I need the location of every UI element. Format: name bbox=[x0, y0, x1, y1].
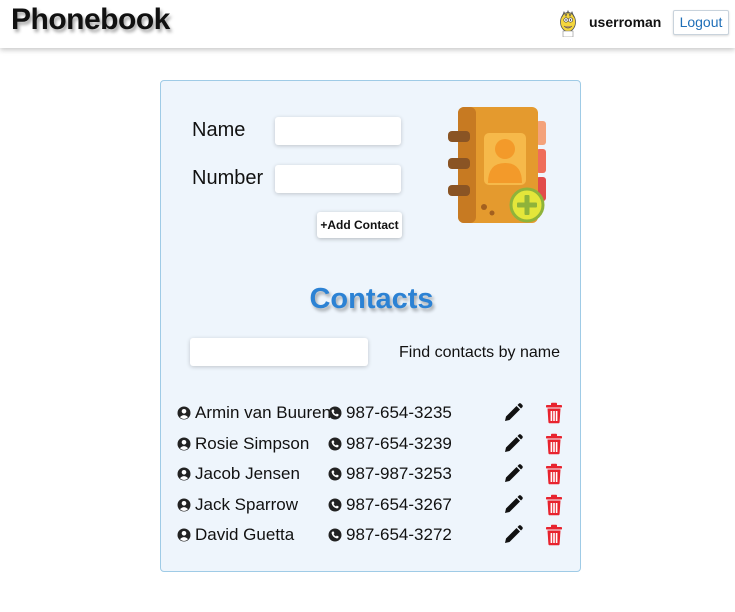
contact-search-input[interactable] bbox=[190, 338, 368, 366]
number-input[interactable] bbox=[275, 165, 401, 193]
user-avatar bbox=[560, 9, 576, 37]
user-circle-icon bbox=[177, 406, 191, 420]
number-label: Number bbox=[192, 167, 264, 189]
name-input[interactable] bbox=[275, 117, 401, 145]
delete-contact-button[interactable] bbox=[545, 524, 563, 546]
contact-name-cell: Armin van Buuren bbox=[177, 399, 331, 427]
phonebook-card: Name Number +Add Contact Contacts Find c… bbox=[160, 80, 581, 572]
contact-name-cell: David Guetta bbox=[177, 521, 294, 549]
delete-contact-button[interactable] bbox=[545, 463, 563, 485]
filter-label: Find contacts by name bbox=[399, 344, 560, 361]
contact-phone-cell: 987-654-3239 bbox=[328, 430, 452, 458]
edit-contact-button[interactable] bbox=[502, 433, 524, 455]
phone-icon bbox=[328, 528, 342, 542]
address-book-add-icon bbox=[448, 107, 546, 223]
contact-row: Jacob Jensen 987-987-3253 bbox=[177, 460, 569, 488]
delete-contact-button[interactable] bbox=[545, 433, 563, 455]
delete-contact-button[interactable] bbox=[545, 494, 563, 516]
phone-icon bbox=[328, 437, 342, 450]
contact-row: Armin van Buuren 987-654-3235 bbox=[177, 399, 569, 427]
delete-contact-button[interactable] bbox=[545, 402, 563, 424]
contact-phone-cell: 987-654-3272 bbox=[328, 521, 452, 549]
edit-contact-button[interactable] bbox=[502, 494, 524, 516]
app-brand: Phonebook bbox=[11, 3, 170, 36]
phone-icon bbox=[328, 467, 342, 481]
contact-row: Jack Sparrow 987-654-3267 bbox=[177, 491, 569, 519]
name-label: Name bbox=[192, 119, 246, 141]
contact-phone-cell: 987-987-3253 bbox=[328, 460, 452, 488]
contact-phone: 987-654-3235 bbox=[346, 403, 452, 422]
add-contact-button[interactable]: +Add Contact bbox=[317, 212, 402, 238]
contact-name: Rosie Simpson bbox=[195, 433, 310, 453]
contact-name-cell: Rosie Simpson bbox=[177, 430, 309, 458]
contact-phone-cell: 987-654-3267 bbox=[328, 491, 452, 519]
app-header: Phonebook userroman Logout bbox=[0, 0, 735, 48]
contact-phone: 987-654-3267 bbox=[346, 494, 452, 514]
phone-icon bbox=[328, 406, 342, 420]
username-label: userroman bbox=[589, 14, 662, 30]
contact-row: Rosie Simpson 987-654-3239 bbox=[177, 430, 569, 458]
user-circle-icon bbox=[177, 467, 191, 481]
edit-contact-button[interactable] bbox=[502, 402, 524, 424]
contact-name-cell: Jack Sparrow bbox=[177, 491, 298, 519]
edit-contact-button[interactable] bbox=[502, 463, 524, 485]
contact-name: Jacob Jensen bbox=[195, 464, 300, 483]
user-circle-icon bbox=[177, 437, 191, 450]
phone-icon bbox=[328, 498, 342, 511]
contacts-title: Contacts bbox=[309, 283, 434, 315]
user-circle-icon bbox=[177, 528, 191, 542]
contact-name: Armin van Buuren bbox=[195, 403, 332, 422]
contact-phone: 987-654-3272 bbox=[346, 525, 452, 544]
logout-button[interactable]: Logout bbox=[673, 10, 729, 35]
contact-phone: 987-654-3239 bbox=[346, 433, 452, 453]
contact-phone-cell: 987-654-3235 bbox=[328, 399, 452, 427]
contact-row: David Guetta 987-654-3272 bbox=[177, 521, 569, 549]
contact-name: David Guetta bbox=[195, 525, 295, 544]
contact-name: Jack Sparrow bbox=[195, 494, 298, 514]
user-circle-icon bbox=[177, 498, 191, 511]
edit-contact-button[interactable] bbox=[502, 524, 524, 546]
contact-name-cell: Jacob Jensen bbox=[177, 460, 300, 488]
contact-phone: 987-987-3253 bbox=[346, 464, 452, 483]
